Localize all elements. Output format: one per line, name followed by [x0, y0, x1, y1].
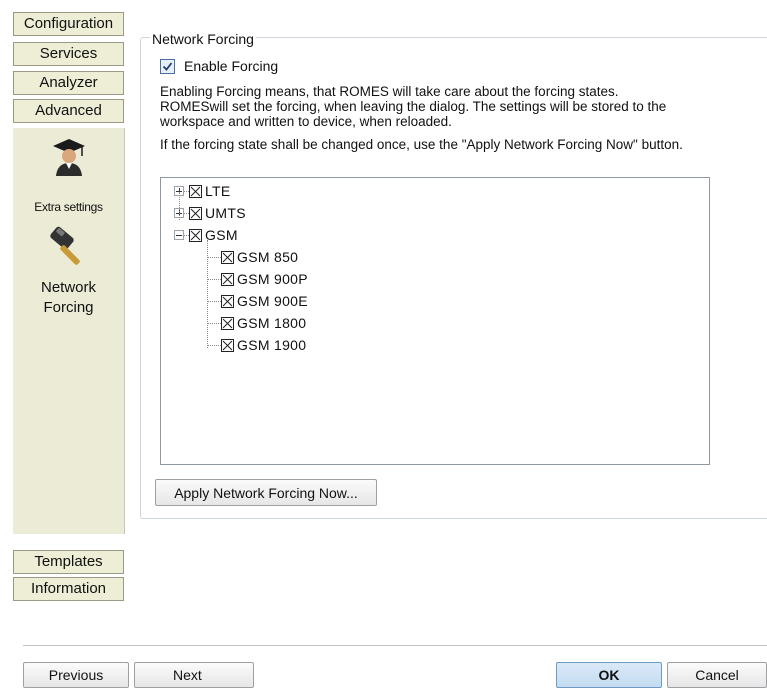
next-button[interactable]: Next — [134, 662, 254, 688]
advanced-panel: Extra settings Network Forcing — [13, 128, 125, 534]
tree-item-gsm-850[interactable]: GSM 850 — [207, 247, 298, 267]
cancel-button[interactable]: Cancel — [667, 662, 767, 688]
checkbox-icon[interactable] — [221, 294, 234, 308]
tab-information[interactable]: Information — [13, 577, 124, 601]
checkbox-icon[interactable] — [221, 250, 234, 264]
hammer-icon[interactable] — [45, 223, 89, 267]
description-line-2: ROMESwill set the forcing, when leaving … — [160, 99, 667, 114]
tab-advanced[interactable]: Advanced — [13, 99, 124, 123]
tree-label-gsm-900e: GSM 900E — [237, 293, 308, 309]
tree-label-gsm: GSM — [205, 227, 238, 243]
checkbox-icon[interactable] — [221, 272, 234, 286]
tree-label-gsm-1900: GSM 1900 — [237, 337, 307, 353]
tree-item-umts[interactable]: UMTS — [174, 203, 246, 223]
tree-label-lte: LTE — [205, 183, 231, 199]
enable-forcing-checkbox[interactable] — [160, 58, 175, 74]
tri-state-checkbox-icon[interactable] — [189, 184, 202, 198]
tab-templates[interactable]: Templates — [13, 550, 124, 574]
ok-button[interactable]: OK — [556, 662, 662, 688]
previous-button[interactable]: Previous — [23, 662, 129, 688]
tree-item-gsm-900e[interactable]: GSM 900E — [207, 291, 308, 311]
footer-divider — [23, 645, 767, 646]
apply-network-forcing-button[interactable]: Apply Network Forcing Now... — [155, 479, 377, 506]
tree-item-lte[interactable]: LTE — [174, 181, 231, 201]
description-line-3: workspace and written to device, when re… — [160, 114, 452, 129]
tree-label-gsm-1800: GSM 1800 — [237, 315, 307, 331]
left-navigation: Configuration Services Analyzer Advanced… — [13, 12, 125, 622]
tree-label-gsm-850: GSM 850 — [237, 249, 299, 265]
group-title: Network Forcing — [150, 31, 256, 47]
description-line-4: If the forcing state shall be changed on… — [160, 137, 683, 152]
checkbox-icon[interactable] — [221, 316, 234, 330]
tri-state-checkbox-icon[interactable] — [189, 206, 202, 220]
checkbox-icon[interactable] — [221, 338, 234, 352]
description-line-1: Enabling Forcing means, that ROMES will … — [160, 84, 619, 99]
graduate-icon[interactable] — [47, 134, 91, 178]
tab-analyzer[interactable]: Analyzer — [13, 71, 124, 95]
nav-item-network-forcing-label: Network Forcing — [40, 279, 96, 316]
tri-state-checkbox-icon[interactable] — [189, 228, 202, 242]
tree-item-gsm-900p[interactable]: GSM 900P — [207, 269, 308, 289]
tree-item-gsm[interactable]: GSM — [174, 225, 238, 245]
enable-forcing-row[interactable]: Enable Forcing — [160, 57, 278, 75]
tree-item-gsm-1900[interactable]: GSM 1900 — [207, 335, 306, 355]
tab-services[interactable]: Services — [13, 42, 124, 66]
check-icon — [162, 61, 173, 71]
tree-label-gsm-900p: GSM 900P — [237, 271, 308, 287]
collapse-icon[interactable] — [174, 230, 184, 240]
tree-label-umts: UMTS — [205, 205, 246, 221]
nav-item-network-forcing[interactable]: Network Forcing — [13, 278, 124, 318]
enable-forcing-label: Enable Forcing — [184, 58, 279, 74]
tab-configuration[interactable]: Configuration — [13, 12, 124, 36]
nav-item-extra-settings[interactable]: Extra settings — [13, 200, 124, 214]
network-tree[interactable]: LTE UMTS GSM GSM 850 GSM 900P GSM 900E G… — [160, 177, 710, 465]
tree-item-gsm-1800[interactable]: GSM 1800 — [207, 313, 306, 333]
